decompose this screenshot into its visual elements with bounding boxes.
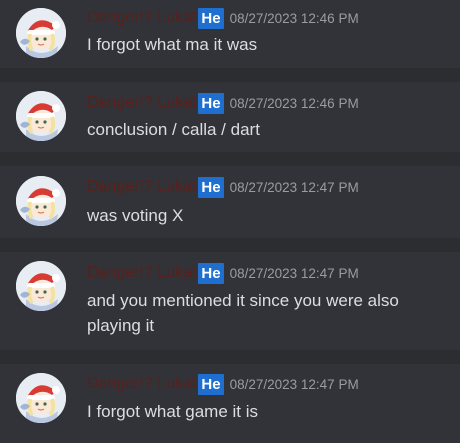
author-name[interactable]: Danger!? Lukat xyxy=(87,94,196,112)
chat-log: Danger!? Lukat He 08/27/2023 12:46 PM I … xyxy=(0,0,460,443)
author-name[interactable]: Danger!? Lukat xyxy=(87,264,196,282)
message-text: and you mentioned it since you were also… xyxy=(87,291,399,335)
avatar[interactable] xyxy=(16,373,66,423)
santa-avatar-icon xyxy=(16,91,66,141)
message-divider xyxy=(0,238,460,252)
avatar[interactable] xyxy=(16,8,66,58)
avatar[interactable] xyxy=(16,91,66,141)
message-divider xyxy=(0,152,460,166)
message-text: I forgot what game it is xyxy=(87,402,259,421)
message: Danger!? Lukat He 08/27/2023 12:46 PM co… xyxy=(0,82,460,152)
user-tag: He xyxy=(198,262,224,284)
message-header: Danger!? Lukat He 08/27/2023 12:47 PM xyxy=(87,261,359,285)
message: Danger!? Lukat He 08/27/2023 12:47 PM wa… xyxy=(0,166,460,238)
user-tag: He xyxy=(198,92,224,114)
user-tag: He xyxy=(198,7,224,29)
author-name[interactable]: Danger!? Lukat xyxy=(87,178,196,196)
message: Danger!? Lukat He 08/27/2023 12:47 PM I … xyxy=(0,364,460,443)
message-header: Danger!? Lukat He 08/27/2023 12:46 PM xyxy=(87,6,359,30)
message: Danger!? Lukat He 08/27/2023 12:46 PM I … xyxy=(0,0,460,68)
message-text: I forgot what ma it was xyxy=(87,35,258,54)
message-divider xyxy=(0,68,460,82)
santa-avatar-icon xyxy=(16,373,66,423)
message-text: conclusion / calla / dart xyxy=(87,120,260,139)
timestamp[interactable]: 08/27/2023 12:47 PM xyxy=(230,377,359,392)
santa-avatar-icon xyxy=(16,176,66,226)
avatar[interactable] xyxy=(16,261,66,311)
santa-avatar-icon xyxy=(16,8,66,58)
author-name[interactable]: Danger!? Lukat xyxy=(87,375,196,393)
avatar[interactable] xyxy=(16,176,66,226)
user-tag: He xyxy=(198,373,224,395)
santa-avatar-icon xyxy=(16,261,66,311)
message-header: Danger!? Lukat He 08/27/2023 12:47 PM xyxy=(87,175,359,199)
message-header: Danger!? Lukat He 08/27/2023 12:46 PM xyxy=(87,91,359,115)
message-text: was voting X xyxy=(87,206,184,225)
message: Danger!? Lukat He 08/27/2023 12:47 PM an… xyxy=(0,252,460,350)
author-name[interactable]: Danger!? Lukat xyxy=(87,9,196,27)
timestamp[interactable]: 08/27/2023 12:47 PM xyxy=(230,266,359,281)
message-header: Danger!? Lukat He 08/27/2023 12:47 PM xyxy=(87,372,359,396)
timestamp[interactable]: 08/27/2023 12:46 PM xyxy=(230,96,359,111)
timestamp[interactable]: 08/27/2023 12:46 PM xyxy=(230,11,359,26)
message-divider xyxy=(0,350,460,364)
user-tag: He xyxy=(198,176,224,198)
timestamp[interactable]: 08/27/2023 12:47 PM xyxy=(230,180,359,195)
